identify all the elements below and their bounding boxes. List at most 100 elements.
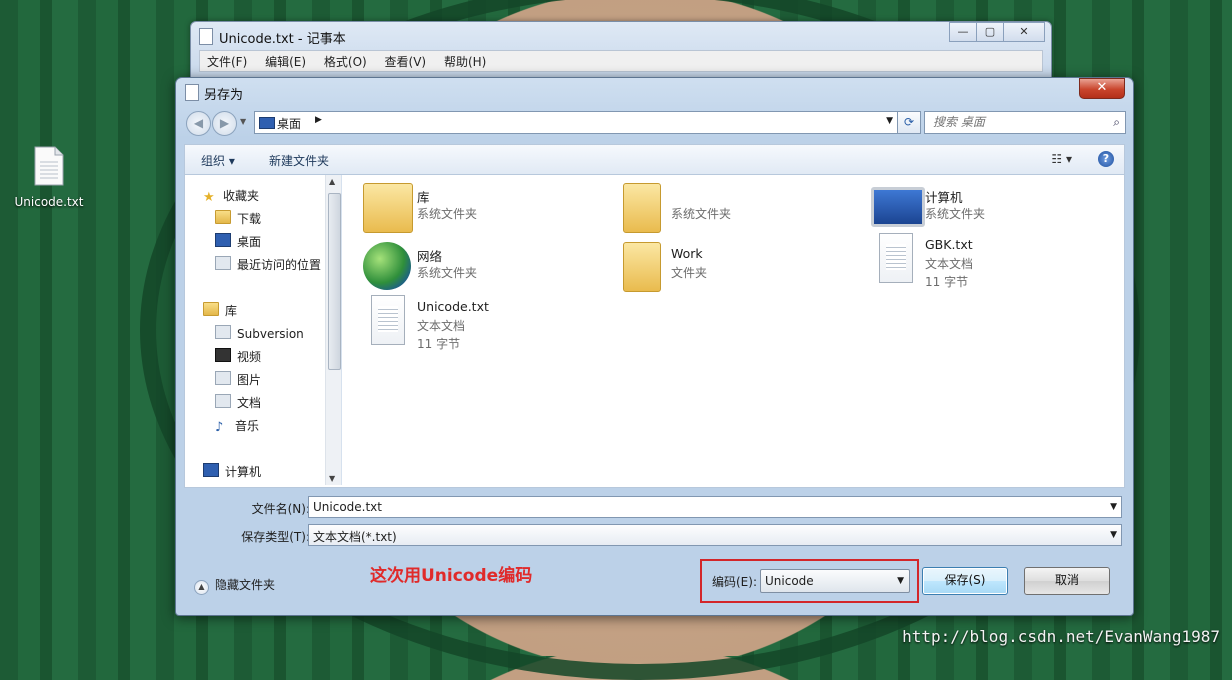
search-icon[interactable]: ⌕ (1113, 115, 1120, 130)
filetype-row: 保存类型(T): 文本文档(*.txt) ▼ (184, 524, 1125, 546)
text-file-icon (34, 146, 64, 186)
dialog-title: 另存为 (204, 88, 244, 103)
scroll-down-icon[interactable]: ▼ (329, 474, 335, 483)
filename-input[interactable]: Unicode.txt ▼ (308, 496, 1122, 518)
filetype-dropdown-icon[interactable]: ▼ (1110, 530, 1117, 540)
text-document-icon (371, 295, 405, 345)
address-row: ◀ ▶ ▼ 桌面 ▶ ▼ ⟳ ⌕ (184, 109, 1126, 136)
encoding-dropdown-icon[interactable]: ▼ (897, 576, 904, 586)
forward-button[interactable]: ▶ (212, 111, 237, 136)
music-note-icon: ♪ (215, 420, 224, 435)
filename-label: 文件名(N): (251, 502, 310, 516)
desktop-file-icon[interactable]: Unicode.txt (14, 146, 84, 209)
nav-videos[interactable]: 视频 (215, 348, 261, 365)
subversion-icon (215, 325, 231, 339)
change-view-icon[interactable]: ☷ ▾ (1051, 152, 1072, 166)
encoding-highlight-box: 编码(E): Unicode ▼ (700, 559, 919, 603)
computer-icon (203, 463, 219, 477)
nav-computer[interactable]: 计算机 (203, 463, 261, 480)
file-item-network[interactable]: 网络 系统文件夹 (363, 242, 603, 296)
file-item-unicode[interactable]: Unicode.txt 文本文档 11 字节 (363, 295, 603, 351)
network-globe-icon (363, 242, 411, 290)
filename-row: 文件名(N): Unicode.txt ▼ (184, 496, 1125, 518)
address-bar[interactable]: 桌面 ▶ ▼ (254, 111, 898, 134)
file-item-gbk[interactable]: GBK.txt 文本文档 11 字节 (871, 233, 1111, 289)
picture-icon (215, 371, 231, 385)
save-as-dialog: 另存为 ✕ ◀ ▶ ▼ 桌面 ▶ ▼ ⟳ ⌕ 组织 ▾ 新建文件夹 ☷ ▾ ? … (175, 77, 1134, 616)
file-item-work[interactable]: Work 文件夹 (617, 242, 857, 296)
computer-icon (871, 187, 925, 227)
desktop-file-label: Unicode.txt (14, 195, 84, 209)
notepad-title: Unicode.txt - 记事本 (219, 32, 346, 47)
address-dropdown-icon[interactable]: ▼ (886, 116, 893, 126)
dialog-footer: ▲ 隐藏文件夹 这次用Unicode编码 编码(E): Unicode ▼ 保存(… (184, 554, 1125, 606)
nav-documents[interactable]: 文档 (215, 394, 261, 411)
filename-dropdown-icon[interactable]: ▼ (1110, 502, 1117, 512)
nav-recent-places[interactable]: 最近访问的位置 (215, 256, 321, 273)
encoding-select[interactable]: Unicode ▼ (760, 569, 910, 593)
browser-area: ★ 收藏夹 下载 桌面 最近访问的位置 库 Subversion 视频 图片 文档… (184, 174, 1125, 488)
menu-file[interactable]: 文件(F) (200, 51, 254, 72)
nav-favorites[interactable]: ★ 收藏夹 (203, 187, 259, 205)
refresh-button[interactable]: ⟳ (897, 111, 921, 134)
annotation-note: 这次用Unicode编码 (370, 566, 533, 586)
nav-scrollbar[interactable]: ▲ ▼ (325, 175, 341, 485)
nav-desktop[interactable]: 桌面 (215, 233, 261, 250)
document-icon (215, 394, 231, 408)
nav-music[interactable]: ♪ 音乐 (215, 417, 259, 435)
watermark-text: http://blog.csdn.net/EvanWang1987 (902, 627, 1220, 646)
chevron-up-icon: ▲ (194, 580, 209, 595)
folder-icon (623, 242, 661, 292)
nav-libraries[interactable]: 库 (203, 302, 237, 319)
navigation-pane: ★ 收藏夹 下载 桌面 最近访问的位置 库 Subversion 视频 图片 文档… (185, 175, 342, 485)
save-button[interactable]: 保存(S) (922, 567, 1008, 595)
search-box[interactable]: ⌕ (924, 111, 1126, 134)
close-button[interactable]: ✕ (1003, 22, 1045, 42)
recent-pages-dropdown[interactable]: ▼ (240, 117, 246, 126)
help-icon[interactable]: ? (1098, 151, 1114, 167)
notepad-icon (199, 28, 213, 45)
minimize-button[interactable]: — (949, 22, 977, 42)
user-folder-icon (623, 183, 661, 233)
folder-icon (215, 210, 231, 224)
menu-format[interactable]: 格式(O) (317, 51, 374, 72)
search-input[interactable] (925, 112, 1103, 131)
file-item-libraries[interactable]: 库 系统文件夹 (363, 183, 603, 237)
hide-folders-toggle[interactable]: ▲ 隐藏文件夹 (194, 576, 275, 595)
back-button[interactable]: ◀ (186, 111, 211, 136)
address-location[interactable]: 桌面 (277, 115, 301, 132)
dialog-close-button[interactable]: ✕ (1079, 78, 1125, 99)
desktop-icon (215, 233, 231, 247)
maximize-button[interactable]: ▢ (976, 22, 1004, 42)
menu-edit[interactable]: 编辑(E) (258, 51, 313, 72)
desktop-location-icon (259, 117, 275, 129)
nav-pictures[interactable]: 图片 (215, 371, 261, 388)
scroll-up-icon[interactable]: ▲ (329, 177, 335, 186)
encoding-label: 编码(E): (712, 575, 757, 589)
organize-menu[interactable]: 组织 ▾ (201, 152, 235, 169)
star-icon: ★ (203, 190, 215, 205)
recent-places-icon (215, 256, 231, 270)
command-toolbar: 组织 ▾ 新建文件夹 ☷ ▾ ? (184, 144, 1125, 175)
file-item-computer[interactable]: 计算机 系统文件夹 (871, 183, 1111, 237)
library-icon (203, 302, 219, 316)
nav-downloads[interactable]: 下载 (215, 210, 261, 227)
notepad-menubar: 文件(F) 编辑(E) 格式(O) 查看(V) 帮助(H) (199, 50, 1043, 72)
video-icon (215, 348, 231, 362)
nav-subversion[interactable]: Subversion (215, 325, 304, 341)
notepad-window-controls: — ▢ ✕ (949, 22, 1045, 42)
text-document-icon (879, 233, 913, 283)
breadcrumb-arrow-icon[interactable]: ▶ (315, 115, 322, 125)
dialog-icon (185, 84, 199, 101)
scroll-thumb[interactable] (328, 193, 341, 370)
filetype-label: 保存类型(T): (241, 530, 310, 544)
file-list: 库 系统文件夹 系统文件夹 计算机 系统文件夹 网络 系统文件夹 Work 文件… (351, 175, 1124, 485)
filetype-select[interactable]: 文本文档(*.txt) ▼ (308, 524, 1122, 546)
menu-help[interactable]: 帮助(H) (437, 51, 493, 72)
menu-view[interactable]: 查看(V) (378, 51, 434, 72)
notepad-window[interactable]: Unicode.txt - 记事本 — ▢ ✕ 文件(F) 编辑(E) 格式(O… (190, 21, 1052, 85)
cancel-button[interactable]: 取消 (1024, 567, 1110, 595)
file-item-user-folder[interactable]: 系统文件夹 (617, 183, 857, 237)
library-folder-icon (363, 183, 413, 233)
new-folder-button[interactable]: 新建文件夹 (269, 152, 329, 169)
